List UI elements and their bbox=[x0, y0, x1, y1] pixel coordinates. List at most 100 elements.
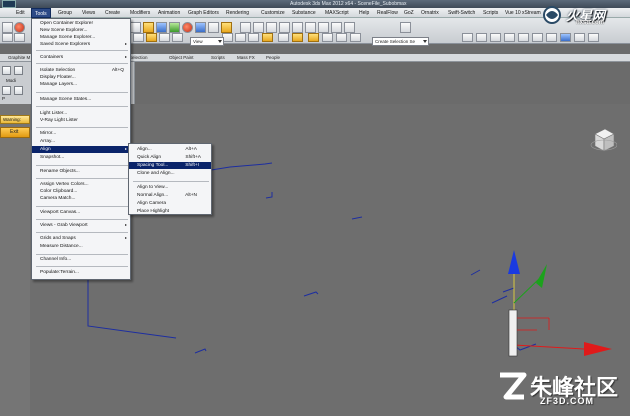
gizmo-y-axis[interactable] bbox=[513, 277, 541, 304]
watermark-bottom-url: ZF3D.COM bbox=[540, 396, 594, 406]
menu-item-label: Normal Align... bbox=[137, 193, 169, 198]
align-menu-item[interactable]: Place Highlight bbox=[129, 208, 211, 215]
tools-menu-item[interactable]: Manage Scene States... bbox=[32, 96, 130, 103]
spline-path bbox=[502, 287, 515, 293]
align-menu-item[interactable]: Quick Align Shift+A bbox=[129, 154, 211, 161]
menu-item-label: Spacing Tool... bbox=[137, 163, 169, 168]
tools-menu-item[interactable]: Rename Objects... bbox=[32, 168, 130, 175]
menu-item-label: Clone and Align... bbox=[137, 171, 175, 176]
menu-item-shortcut: Shift+I bbox=[185, 163, 199, 168]
menu-item-label: Populate:Terrain... bbox=[40, 270, 79, 275]
menu-separator bbox=[36, 63, 128, 64]
spline-path bbox=[470, 269, 481, 276]
menu-item-label: Quick Align bbox=[137, 155, 161, 160]
menu-item-label: Mirror... bbox=[40, 131, 57, 136]
menu-item-shortcut: Alt+Q bbox=[111, 68, 124, 73]
align-menu-item-spacing-tool[interactable]: Spacing Tool... Shift+I bbox=[129, 162, 211, 169]
menu-separator bbox=[36, 232, 128, 233]
gizmo-x-arrow[interactable] bbox=[584, 342, 612, 356]
submenu-arrow-icon bbox=[125, 237, 127, 239]
tools-menu-item[interactable]: Assign Vertex Colors... bbox=[32, 181, 130, 188]
tools-menu-item[interactable]: Channel Info... bbox=[32, 256, 130, 263]
gizmo-y-arrow[interactable] bbox=[536, 264, 547, 288]
menu-item-label: Measure Distance... bbox=[40, 244, 83, 249]
transform-gizmo[interactable] bbox=[508, 250, 612, 357]
tools-menu-item[interactable]: Containers bbox=[32, 54, 130, 61]
menu-item-label: Align... bbox=[137, 147, 152, 152]
tools-menu-item[interactable]: Color Clipboard... bbox=[32, 188, 130, 195]
gizmo-z-arrow[interactable] bbox=[508, 250, 520, 274]
watermark-top-url: hxsd.com bbox=[576, 20, 605, 26]
spline-path bbox=[491, 295, 508, 304]
menu-item-label: Snapshot... bbox=[40, 155, 65, 160]
zf3d-logo-icon bbox=[500, 372, 527, 400]
menu-item-shortcut: Alt+N bbox=[185, 193, 197, 198]
menu-separator bbox=[36, 178, 128, 179]
align-menu-item[interactable]: Align to View... bbox=[129, 184, 211, 191]
menu-item-label: Viewport Canvas... bbox=[40, 210, 81, 215]
menu-item-label: Views - Grab Viewport bbox=[40, 223, 88, 228]
menu-item-label: New Scene Explorer... bbox=[40, 28, 88, 33]
tools-menu-item[interactable]: Measure Distance... bbox=[32, 243, 130, 250]
tools-menu: Open Container Explorer New Scene Explor… bbox=[31, 18, 131, 280]
menu-item-shortcut: Shift+A bbox=[185, 155, 201, 160]
menu-item-label: Align bbox=[40, 147, 51, 152]
spline-path bbox=[87, 279, 177, 339]
menu-item-label: Array... bbox=[40, 139, 56, 144]
spline-path bbox=[351, 216, 363, 220]
menu-separator bbox=[133, 181, 209, 182]
align-submenu: Align... Alt+A Quick Align Shift+A Spacing… bbox=[128, 143, 212, 215]
submenu-arrow-icon bbox=[125, 43, 127, 45]
menu-item-label: Isolate Selection bbox=[40, 68, 76, 73]
tools-menu-item[interactable]: Populate:Terrain... bbox=[32, 269, 130, 276]
menu-item-label: Place Highlight bbox=[137, 209, 169, 214]
tools-menu-item[interactable]: Snapshot... bbox=[32, 154, 130, 161]
menu-separator bbox=[36, 50, 128, 51]
align-menu-item[interactable]: Align... Alt+A bbox=[129, 146, 211, 153]
tools-menu-item[interactable]: Camera Match... bbox=[32, 195, 130, 202]
menu-item-label: Saved Scene Explorers bbox=[40, 42, 91, 47]
menu-item-label: Color Clipboard... bbox=[40, 189, 78, 194]
menu-item-label: Channel Info... bbox=[40, 257, 72, 262]
menu-item-label: Manage Layers... bbox=[40, 82, 78, 87]
submenu-arrow-icon bbox=[125, 56, 127, 58]
submenu-arrow-icon bbox=[125, 224, 127, 226]
menu-item-label: Camera Match... bbox=[40, 196, 76, 201]
tools-menu-item[interactable]: Manage Layers... bbox=[32, 81, 130, 88]
menu-separator bbox=[36, 165, 128, 166]
tools-menu-item[interactable]: Display Floater... bbox=[32, 74, 130, 81]
menu-item-label: Rename Objects... bbox=[40, 169, 80, 174]
tools-menu-item-align[interactable]: Align bbox=[32, 146, 130, 153]
menu-item-label: Manage Scene Explorer... bbox=[40, 35, 96, 40]
tools-menu-item[interactable]: Grids and Snaps bbox=[32, 235, 130, 242]
menu-item-label: Grids and Snaps bbox=[40, 236, 76, 241]
tools-menu-item[interactable]: Mirror... bbox=[32, 130, 130, 137]
align-menu-item[interactable]: Clone and Align... bbox=[129, 170, 211, 177]
menu-item-label: Light Lister... bbox=[40, 111, 68, 116]
tools-menu-item[interactable]: Isolate Selection Alt+Q bbox=[32, 67, 130, 74]
tools-menu-item[interactable]: New Scene Explorer... bbox=[32, 27, 130, 34]
menu-item-shortcut: Alt+A bbox=[185, 147, 197, 152]
tools-menu-item[interactable]: V-Ray Light Lister bbox=[32, 117, 130, 124]
menu-separator bbox=[36, 106, 128, 107]
menu-item-label: Open Container Explorer bbox=[40, 21, 94, 26]
tools-menu-item[interactable]: Open Container Explorer bbox=[32, 20, 130, 27]
selected-object-box[interactable] bbox=[508, 309, 518, 357]
tools-menu-item[interactable]: Viewport Canvas... bbox=[32, 209, 130, 216]
spline-path bbox=[303, 291, 319, 297]
tools-menu-item[interactable]: Views - Grab Viewport bbox=[32, 222, 130, 229]
menu-item-label: Containers bbox=[40, 55, 64, 60]
tools-menu-item[interactable]: Manage Scene Explorer... bbox=[32, 34, 130, 41]
align-menu-item[interactable]: Align Camera bbox=[129, 200, 211, 207]
align-menu-item[interactable]: Normal Align... Alt+N bbox=[129, 192, 211, 199]
menu-item-label: V-Ray Light Lister bbox=[40, 118, 78, 123]
tools-menu-item[interactable]: Array... bbox=[32, 138, 130, 145]
menu-separator bbox=[36, 206, 128, 207]
menu-separator bbox=[36, 266, 128, 267]
tools-menu-item[interactable]: Saved Scene Explorers bbox=[32, 41, 130, 48]
spline-path bbox=[265, 192, 273, 199]
spline-path bbox=[194, 348, 207, 354]
menu-item-label: Display Floater... bbox=[40, 75, 76, 80]
viewcube-icon[interactable] bbox=[589, 126, 617, 154]
tools-menu-item[interactable]: Light Lister... bbox=[32, 110, 130, 117]
